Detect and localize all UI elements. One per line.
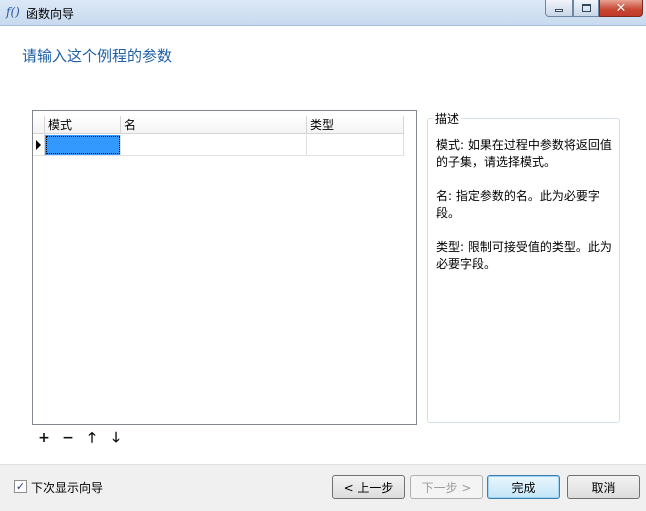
column-header-type[interactable]: 类型 (307, 116, 404, 134)
maximize-button[interactable] (573, 0, 599, 17)
mode-cell[interactable] (45, 135, 121, 155)
maximize-icon (581, 4, 591, 12)
parameter-grid[interactable]: 模式 名 类型 (32, 110, 417, 425)
prev-button[interactable]: < 上一步 (332, 475, 405, 499)
show-wizard-checkbox[interactable]: ✓ (14, 480, 27, 493)
next-button[interactable]: 下一步 > (410, 475, 483, 499)
description-text: 模式: 如果在过程中参数将返回值的子集，请选择模式。 名: 指定参数的名。此为必… (436, 137, 614, 290)
row-header-corner (33, 116, 45, 134)
function-icon: f() (6, 5, 20, 19)
finish-button[interactable]: 完成 (487, 475, 560, 499)
description-type: 类型: 限制可接受值的类型。此为必要字段。 (436, 240, 612, 271)
minimize-button[interactable] (545, 0, 573, 17)
type-cell[interactable] (307, 134, 404, 156)
name-cell[interactable] (121, 134, 307, 156)
description-mode: 模式: 如果在过程中参数将返回值的子集，请选择模式。 (436, 138, 612, 169)
move-up-icon[interactable]: 🡑 (86, 431, 98, 445)
grid-toolbar: + − 🡑 🡓 (38, 431, 122, 445)
description-name: 名: 指定参数的名。此为必要字段。 (436, 189, 600, 220)
close-icon: ✕ (615, 0, 627, 16)
column-header-mode[interactable]: 模式 (45, 116, 121, 134)
description-title: 描述 (433, 110, 462, 127)
add-icon[interactable]: + (38, 431, 50, 445)
current-row-indicator-icon (33, 134, 45, 156)
minimize-icon (555, 9, 563, 12)
page-heading: 请输入这个例程的参数 (22, 47, 173, 65)
close-button[interactable]: ✕ (599, 0, 643, 17)
grid-header: 模式 名 类型 (33, 116, 404, 134)
remove-icon[interactable]: − (62, 431, 74, 445)
cancel-button[interactable]: 取消 (567, 475, 640, 499)
show-wizard-label[interactable]: 下次显示向导 (31, 479, 103, 496)
title-bar[interactable]: f() 函数向导 ✕ (0, 0, 646, 26)
table-row[interactable] (33, 134, 404, 156)
window-title: 函数向导 (26, 7, 75, 21)
move-down-icon[interactable]: 🡓 (110, 431, 122, 445)
column-header-name[interactable]: 名 (121, 116, 307, 134)
